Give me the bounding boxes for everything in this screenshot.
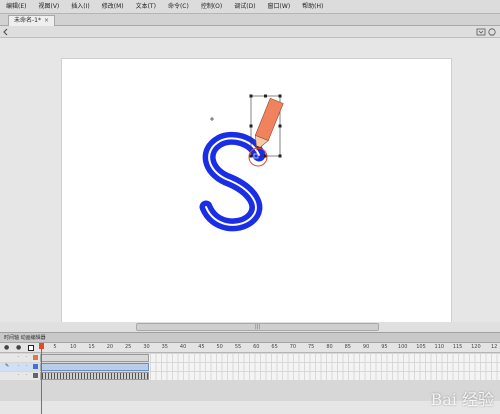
eye-icon[interactable]: ● [4, 345, 10, 351]
ruler-tick-label: 75 [308, 344, 315, 350]
timeline-panel: 时间轴 动画编辑器 ● ● 5 10 15 20 25 30 35 40 45 50 55 60 65 7… [0, 332, 500, 414]
ruler-tick-label: 50 [216, 344, 223, 350]
dot-icon: · [26, 372, 28, 378]
menu-debug[interactable]: 调试(D) [228, 0, 261, 14]
scrollbar-thumb[interactable]: ||| [136, 323, 379, 331]
ruler-tick-label: 15 [88, 344, 95, 350]
registration-cross-icon [210, 117, 214, 121]
playhead-line [41, 343, 42, 414]
menu-text[interactable]: 文本(T) [130, 0, 162, 14]
dot-icon: · [18, 372, 20, 378]
layer-frames[interactable] [41, 372, 500, 380]
ruler-tick-label: 30 [143, 344, 150, 350]
ruler-tick-label: 90 [362, 344, 370, 350]
outline-icon[interactable] [28, 345, 34, 351]
timeline-header: 时间轴 动画编辑器 [0, 333, 500, 343]
ruler-tick-label: 55 [234, 344, 242, 350]
ruler-tick-label: 25 [125, 344, 132, 350]
layer-name-cell[interactable]: ✎ · · [0, 363, 41, 371]
timeline-title[interactable]: 时间轴 动画编辑器 [4, 335, 46, 341]
layer-frames[interactable] [41, 354, 500, 362]
lock-icon[interactable]: ● [16, 345, 22, 351]
document-tab[interactable]: 未命名-1* × [8, 15, 56, 26]
menu-edit[interactable]: 编辑(E) [0, 0, 32, 14]
layer-name-cell[interactable]: · · [0, 372, 41, 380]
ruler-tick-label: 12 [491, 344, 498, 350]
edit-symbols-icon[interactable] [487, 27, 497, 37]
work-area: ||| [0, 38, 500, 332]
dot-icon: · [18, 363, 20, 369]
stage-artwork [199, 94, 284, 232]
pencil-icon: ✎ [5, 363, 10, 369]
ruler-tick-label: 100 [397, 344, 408, 350]
ruler-tick-label: 80 [326, 344, 333, 350]
layer-color-swatch [33, 373, 38, 378]
dot-icon: · [18, 354, 20, 360]
menu-insert[interactable]: 插入(I) [65, 0, 95, 14]
timeline-ruler-row: ● ● 5 10 15 20 25 30 35 40 45 50 55 60 65 70 75 80 85 90 9… [0, 343, 500, 353]
ruler-tick-label: 105 [416, 344, 426, 350]
horizontal-scrollbar[interactable]: ||| [0, 322, 500, 332]
dot-icon: · [26, 363, 28, 369]
ruler-tick-label: 120 [471, 344, 481, 350]
back-arrow-icon[interactable] [2, 28, 10, 36]
ruler-tick-label: 85 [344, 344, 351, 350]
ruler-tick-label: 115 [452, 344, 463, 350]
menu-window[interactable]: 窗口(W) [262, 0, 297, 14]
ruler-tick-label: 110 [434, 344, 445, 350]
layer-color-swatch [33, 364, 38, 369]
frame-span[interactable] [41, 354, 149, 362]
menu-commands[interactable]: 命令(C) [162, 0, 195, 14]
watermark: Bai 经验 [430, 390, 494, 409]
frame-span[interactable] [41, 372, 149, 380]
ruler-tick-label: 45 [198, 344, 205, 350]
layer-color-swatch [33, 355, 38, 360]
dot-icon: · [26, 354, 28, 360]
layer-name-cell[interactable]: · · [0, 354, 41, 362]
scrollbar-grip-icon: ||| [254, 324, 261, 330]
timeline-footer [0, 401, 500, 414]
selected-point [253, 153, 259, 159]
close-icon[interactable]: × [44, 16, 49, 26]
menu-help[interactable]: 帮助(H) [296, 0, 329, 14]
ruler-tick-label: 65 [271, 344, 278, 350]
menu-control[interactable]: 控制(O) [195, 0, 228, 14]
layer-control-icons: ● ● [4, 345, 34, 351]
document-tab-bar: 未命名-1* × [0, 14, 500, 26]
ruler-tick-label: 60 [253, 344, 260, 350]
layer-row[interactable]: · · [0, 354, 500, 362]
document-tab-label: 未命名-1* [14, 17, 41, 24]
ruler-tick-label: 95 [381, 344, 388, 350]
ruler-tick-label: 10 [70, 344, 77, 350]
stage-canvas[interactable] [62, 59, 451, 322]
frame-ruler[interactable]: 5 10 15 20 25 30 35 40 45 50 55 60 65 70 75 80 85 90 95 100… [41, 343, 500, 353]
edit-bar [0, 26, 500, 38]
ruler-tick-label: 20 [106, 344, 114, 350]
ruler-tick-label: 35 [161, 344, 168, 350]
edit-scene-icon[interactable] [476, 27, 486, 37]
ruler-tick-label: 70 [289, 344, 297, 350]
layer-row[interactable]: · · [0, 372, 500, 380]
layer-row-selected[interactable]: ✎ · · [0, 363, 500, 371]
menu-modify[interactable]: 修改(M) [96, 0, 130, 14]
layer-frames[interactable] [41, 363, 500, 371]
menu-view[interactable]: 视图(V) [32, 0, 65, 14]
ruler-tick-label: 40 [179, 344, 187, 350]
frame-span[interactable] [41, 363, 149, 371]
ruler-tick-label: 5 [53, 344, 57, 350]
menu-bar: 编辑(E) 视图(V) 插入(I) 修改(M) 文本(T) 命令(C) 控制(O… [0, 0, 500, 14]
